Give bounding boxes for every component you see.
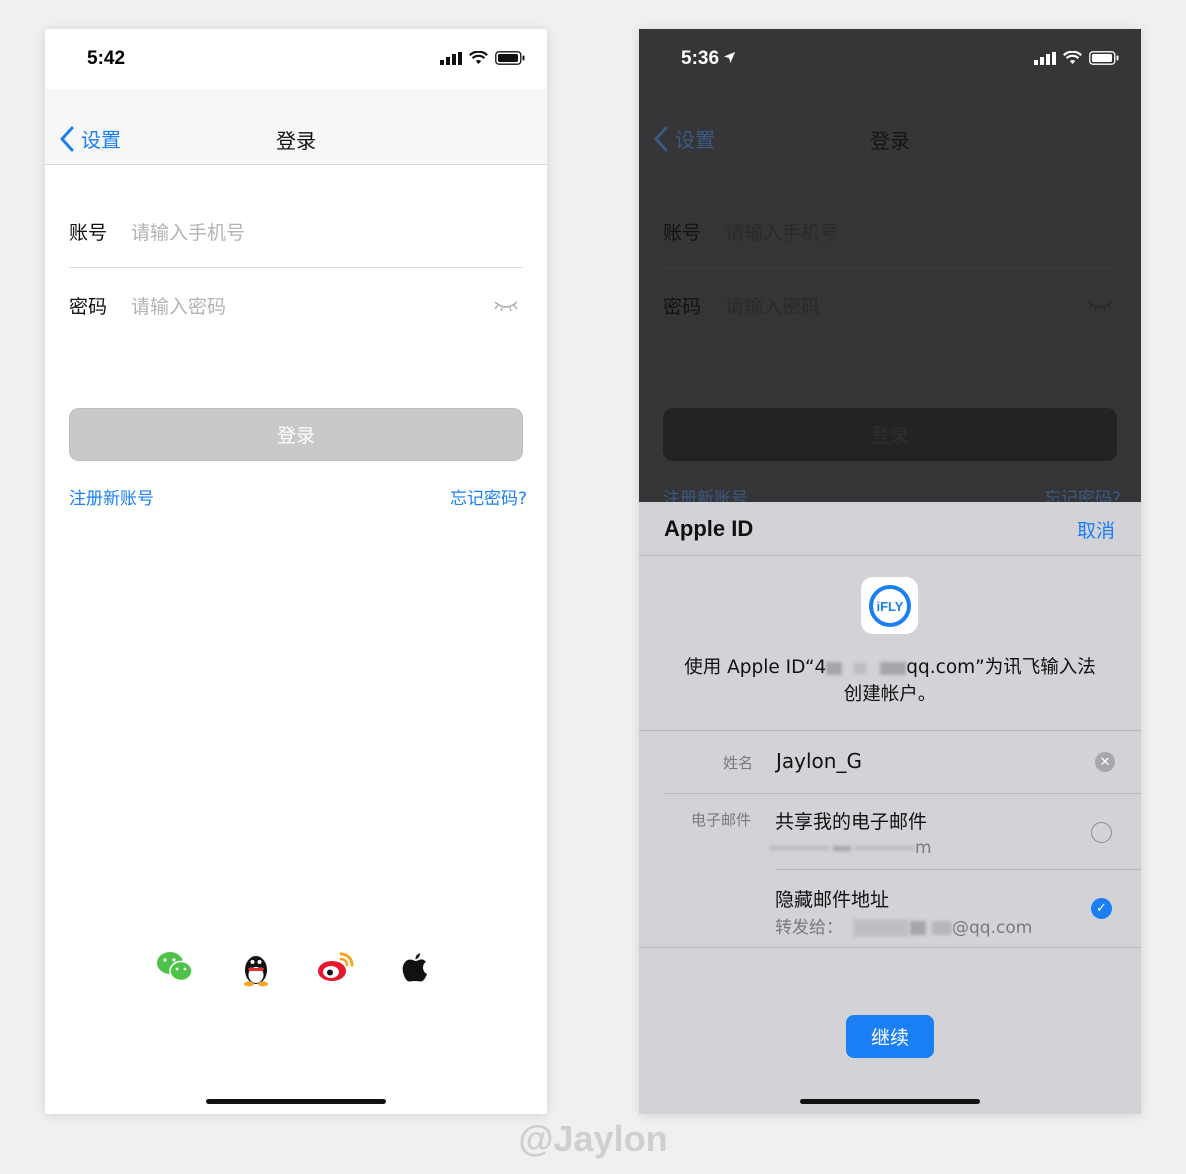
navigation-bar: 设置 登录 [45,89,547,165]
watermark: @Jaylon [518,1118,668,1159]
weibo-icon[interactable] [317,951,355,983]
account-label: 账号 [663,221,702,244]
location-arrow-icon [724,52,736,63]
forgot-password-link[interactable]: 忘记密码? [450,484,527,509]
page-title: 登录 [276,129,316,153]
redacted-email [826,661,843,675]
sheet-header: Apple ID 取消 [639,502,1141,556]
register-link[interactable]: 注册新账号 [69,484,154,509]
hide-email-radio[interactable]: ✓ [1091,898,1112,919]
wechat-icon[interactable] [156,951,194,983]
sign-in-with-apple-screen: 5:36 设置 登录 账号 请输入手机号 密码 请输入密码 登录 注册新账号 忘… [639,29,1141,1114]
status-bar: 5:42 [45,29,547,89]
checkmark-icon: ✓ [1096,901,1107,916]
login-screen-light: 5:42 设置 登录 账号 请输入手机号 密码 请输入密码 登录 注册新账号 忘… [45,29,547,1114]
sheet-title: Apple ID [664,516,754,541]
divider [639,730,1141,731]
app-icon-text: iFLY [876,599,903,614]
apple-id-sheet: Apple ID 取消 iFLY 使用 Apple ID“4 qq.com”为讯飞… [639,502,1141,1114]
password-row: 密码 请输入密码 [663,269,1117,342]
wifi-icon [469,51,488,64]
divider [775,869,1141,870]
status-time: 5:42 [87,48,126,69]
login-button[interactable]: 登录 [69,408,523,461]
qq-icon[interactable] [241,951,271,987]
name-label: 姓名 [723,754,754,772]
app-icon: iFLY [861,577,918,634]
password-label: 密码 [663,296,702,318]
wifi-icon [1063,51,1082,64]
divider [639,947,1141,948]
page-title: 登录 [870,129,910,153]
email-label: 电子邮件 [691,811,752,829]
account-row: 账号 请输入手机号 [663,195,1117,268]
eye-closed-icon [1088,301,1112,312]
ifly-logo-icon: iFLY [868,584,911,627]
navigation-bar: 设置 登录 [639,89,1141,165]
divider [664,793,1141,794]
account-row: 账号 请输入手机号 [69,195,523,268]
sheet-description: 使用 Apple ID“4 qq.com”为讯飞输入法 创建帐户。 [684,657,1096,705]
password-input[interactable]: 请输入密码 [131,292,523,319]
password-input: 请输入密码 [725,296,821,318]
share-email-option[interactable]: 共享我的电子邮件 [775,807,927,834]
cellular-signal-icon [1034,51,1056,65]
forward-to-row: 转发给： @qq.com [775,918,1033,938]
cellular-signal-icon [440,51,462,65]
password-row: 密码 请输入密码 [69,269,523,342]
account-input: 请输入手机号 [725,221,840,244]
clear-text-icon[interactable]: ✕ [1095,752,1115,772]
apple-icon[interactable] [401,951,429,983]
password-label: 密码 [69,296,108,318]
login-button: 登录 [663,408,1117,461]
home-indicator [800,1099,980,1104]
continue-button[interactable]: 继续 [846,1015,934,1058]
account-label: 账号 [69,221,108,244]
battery-icon [495,51,525,65]
hide-email-option[interactable]: 隐藏邮件地址 [775,885,889,912]
home-indicator [206,1099,386,1104]
status-time: 5:36 [681,48,736,70]
eye-closed-icon[interactable] [493,299,519,313]
status-bar: 5:36 [639,29,1141,89]
share-email-address: m [769,838,932,858]
name-field[interactable]: Jaylon_G [776,749,862,773]
battery-icon [1089,51,1119,65]
share-email-radio[interactable] [1091,822,1112,843]
cancel-button[interactable]: 取消 [1077,516,1115,543]
account-input[interactable]: 请输入手机号 [131,218,523,245]
